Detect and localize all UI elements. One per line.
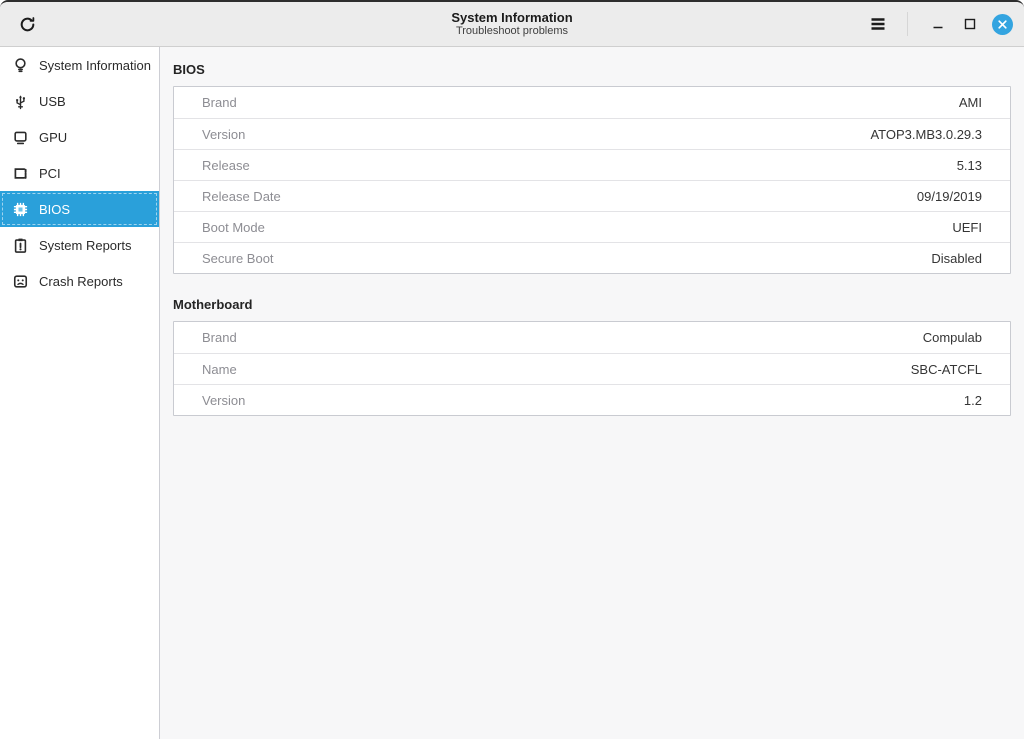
row-label: Version [202, 393, 245, 408]
row-label: Version [202, 127, 245, 142]
table-row: Release 5.13 [174, 149, 1010, 180]
row-value: ATOP3.MB3.0.29.3 [870, 127, 982, 142]
row-label: Boot Mode [202, 220, 265, 235]
row-value: UEFI [952, 220, 982, 235]
window-subtitle: Troubleshoot problems [456, 25, 568, 38]
table-row: Brand Compulab [174, 322, 1010, 353]
hamburger-menu-icon [868, 14, 888, 34]
sidebar-item-crash-reports[interactable]: Crash Reports [0, 263, 159, 299]
sidebar-item-pci[interactable]: PCI [0, 155, 159, 191]
minimize-button[interactable] [925, 11, 951, 37]
minimize-icon [931, 17, 945, 31]
row-label: Brand [202, 95, 237, 110]
bios-table: Brand AMI Version ATOP3.MB3.0.29.3 Relea… [173, 86, 1011, 274]
table-row: Version ATOP3.MB3.0.29.3 [174, 118, 1010, 149]
close-button[interactable] [989, 11, 1015, 37]
row-value: Compulab [923, 330, 982, 345]
row-value: 09/19/2019 [917, 189, 982, 204]
lightbulb-icon [12, 57, 29, 74]
row-label: Name [202, 362, 237, 377]
section-title-bios: BIOS [173, 62, 1011, 77]
motherboard-table: Brand Compulab Name SBC-ATCFL Version 1.… [173, 321, 1011, 416]
row-label: Release [202, 158, 250, 173]
row-value: Disabled [931, 251, 982, 266]
monitor-icon [12, 129, 29, 146]
titlebar-separator [907, 12, 908, 36]
table-row: Name SBC-ATCFL [174, 353, 1010, 384]
maximize-icon [963, 17, 977, 31]
main-content: BIOS Brand AMI Version ATOP3.MB3.0.29.3 … [160, 47, 1024, 739]
sidebar-item-usb[interactable]: USB [0, 83, 159, 119]
row-label: Secure Boot [202, 251, 274, 266]
crash-face-icon [12, 273, 29, 290]
row-value: SBC-ATCFL [911, 362, 982, 377]
refresh-icon [18, 15, 37, 34]
titlebar: System Information Troubleshoot problems [0, 2, 1024, 47]
sidebar-item-system-reports[interactable]: System Reports [0, 227, 159, 263]
row-label: Release Date [202, 189, 281, 204]
sidebar-item-label: System Information [39, 58, 151, 73]
menu-button[interactable] [862, 8, 894, 40]
app-body: System Information USB [0, 47, 1024, 739]
window-title: System Information [451, 10, 572, 25]
sidebar-item-label: PCI [39, 166, 61, 181]
row-label: Brand [202, 330, 237, 345]
sidebar-item-label: BIOS [39, 202, 70, 217]
row-value: 5.13 [957, 158, 982, 173]
sidebar: System Information USB [0, 47, 160, 739]
close-icon [992, 14, 1013, 35]
table-row: Boot Mode UEFI [174, 211, 1010, 242]
row-value: AMI [959, 95, 982, 110]
clipboard-alert-icon [12, 237, 29, 254]
sidebar-item-label: USB [39, 94, 66, 109]
maximize-button[interactable] [957, 11, 983, 37]
row-value: 1.2 [964, 393, 982, 408]
table-row: Release Date 09/19/2019 [174, 180, 1010, 211]
refresh-button[interactable] [11, 8, 43, 40]
sidebar-item-label: System Reports [39, 238, 131, 253]
table-row: Version 1.2 [174, 384, 1010, 415]
pci-card-icon [12, 165, 29, 182]
sidebar-item-system-information[interactable]: System Information [0, 47, 159, 83]
app-window: System Information Troubleshoot problems [0, 0, 1024, 739]
sidebar-item-label: Crash Reports [39, 274, 123, 289]
section-title-motherboard: Motherboard [173, 297, 1011, 312]
sidebar-item-bios[interactable]: BIOS [0, 191, 159, 227]
sidebar-item-gpu[interactable]: GPU [0, 119, 159, 155]
table-row: Secure Boot Disabled [174, 242, 1010, 273]
chip-icon [12, 201, 29, 218]
titlebar-controls [862, 8, 1024, 40]
table-row: Brand AMI [174, 87, 1010, 118]
sidebar-item-label: GPU [39, 130, 67, 145]
usb-icon [12, 93, 29, 110]
